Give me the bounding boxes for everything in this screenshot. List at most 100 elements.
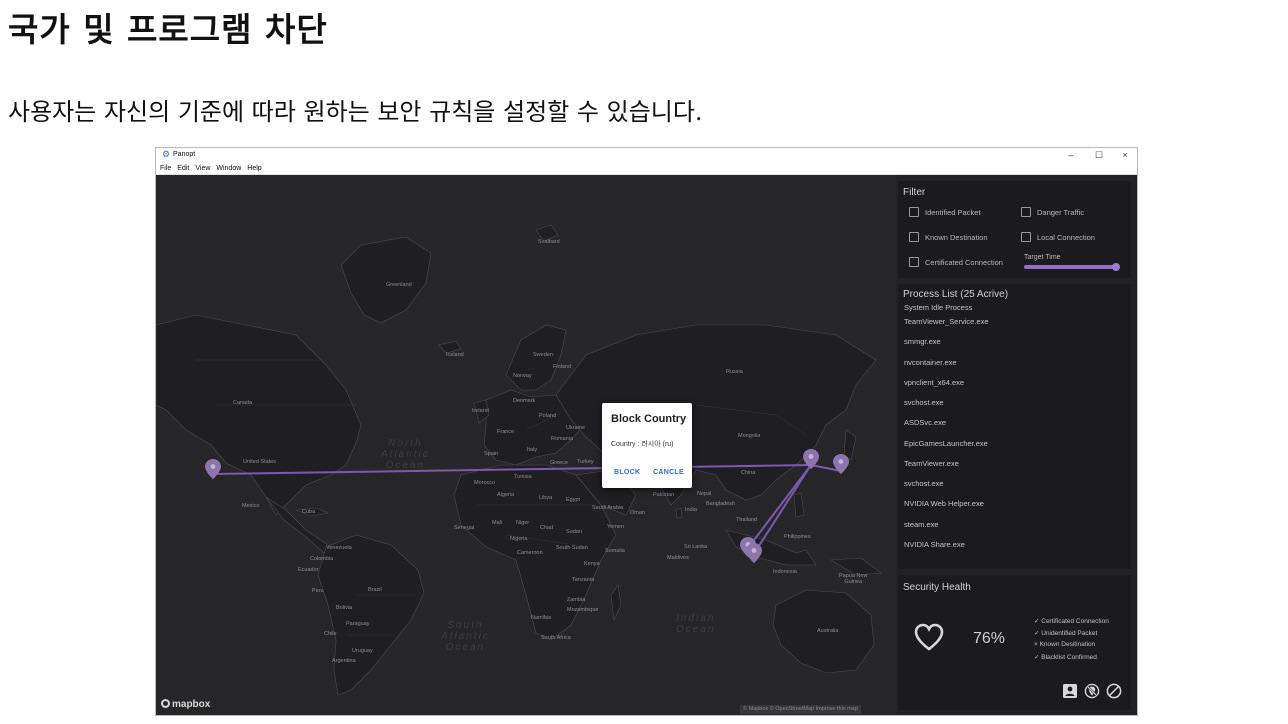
security-health-card: Security Health 76% ✓ Certificated Conne… [898,575,1131,710]
map-label: Cameroon [517,550,543,556]
map-label: Italy [527,447,538,453]
map-label: Brazil [368,587,382,593]
blocked-location-icon[interactable] [1084,683,1100,699]
map-label: Turkey [577,459,594,465]
security-health-title: Security Health [903,582,971,593]
map-label: South Sudan [556,545,588,551]
map-label: South Africa [541,635,571,641]
block-icon[interactable] [1106,683,1122,699]
menu-view[interactable]: View [195,162,210,175]
location-pin-icon[interactable] [746,543,762,563]
map-label: Sudan [566,529,582,535]
mapbox-logo-icon [161,699,170,708]
map-label: Iceland [446,352,464,358]
map-attribution[interactable]: © Mapbox © OpenStreetMap Improve this ma… [740,705,861,714]
dialog-title: Block Country [611,413,687,425]
filter-identified-packet[interactable]: Identified Packet [909,207,980,217]
process-list-item[interactable]: EpicGamesLauncher.exe [904,439,988,448]
heart-icon [914,623,944,651]
map-label: Romania [551,436,574,442]
map-label: Oman [630,510,645,516]
health-check-item: × Known Desitination [1034,641,1096,648]
checkbox-icon[interactable] [909,257,919,267]
location-pin-icon[interactable] [833,454,849,474]
process-list-item[interactable]: NVIDIA Web Helper.exe [904,499,984,508]
cancel-button[interactable]: CANCLE [653,469,684,476]
account-box-icon[interactable] [1062,683,1078,699]
menu-file[interactable]: File [160,162,171,175]
map-label: Nepal [697,491,712,497]
map-label: Senegal [454,525,475,531]
map-label: Canada [233,400,253,406]
map-label: Ukraine [566,425,585,431]
maximize-button[interactable]: ☐ [1086,148,1112,162]
map-label: Niger [516,520,530,526]
minimize-button[interactable]: – [1058,148,1084,162]
map-label: Poland [539,413,557,419]
map-label: Philippines [784,534,811,540]
page-title: 국가 및 프로그램 차단 [8,10,328,49]
menu-help[interactable]: Help [247,162,261,175]
map-label: Australia [817,628,839,634]
process-list-item[interactable]: steam.exe [904,520,939,529]
menu-window[interactable]: Window [216,162,241,175]
map-label: Svalbard [538,239,560,245]
checkbox-icon[interactable] [909,207,919,217]
map-label: Spain [484,451,499,457]
process-list-item[interactable]: vpnclient_x64.exe [904,378,964,387]
process-list-item[interactable]: System Idle Process [904,303,972,312]
filter-certificated-connection[interactable]: Certificated Connection [909,257,1003,267]
process-list-item[interactable]: nvcontainer.exe [904,358,957,367]
map-label: France [497,429,515,435]
dialog-country-text: Country : 러시아 (ru) [611,441,674,448]
ocean-label-south-atlantic: South Atlantic Ocean [441,620,490,653]
map-label: Namibia [531,615,552,621]
mapbox-logo: mapbox [161,699,210,710]
map-label: Papua New Guinea [839,573,868,585]
map-label: Yemen [607,524,624,530]
map-label: Somalia [605,548,625,554]
map-label: Finland [553,364,572,370]
health-check-item: ✓ Unidentified Packet [1034,630,1098,637]
map-land [156,224,882,696]
target-time-slider-thumb[interactable] [1112,263,1120,271]
map-label: Algeria [497,492,515,498]
target-time-slider[interactable] [1024,265,1116,269]
app-window: ⚙ Panopt – ☐ × File Edit View Window Help [155,147,1138,716]
process-list-item[interactable]: svchost.exe [904,398,944,407]
checkbox-icon[interactable] [1021,232,1031,242]
map-label: Peru [312,588,324,594]
map-label: Sweden [533,352,553,358]
map-label: Bangladesh [706,501,736,507]
ocean-label-indian: Indian Ocean [676,613,716,635]
location-pin-icon[interactable] [205,459,221,479]
health-percent: 76% [973,630,1006,647]
map-label: Mexico [242,503,260,509]
close-button[interactable]: × [1112,148,1137,162]
filter-danger-traffic[interactable]: Danger Traffic [1021,207,1084,217]
world-map[interactable]: North Atlantic Ocean South Atlantic Ocean In… [156,175,896,715]
ocean-label-north-atlantic: North Atlantic Ocean [381,438,430,471]
map-label: Paraguay [346,621,370,627]
location-pin-icon[interactable] [803,449,819,469]
map-label: Mali [492,520,503,526]
process-list-item[interactable]: smmgr.exe [904,337,941,346]
process-list-item[interactable]: TeamViewer.exe [904,459,959,468]
process-list-item[interactable]: TeamViewer_Service.exe [904,317,989,326]
process-list-item[interactable]: svchost.exe [904,479,944,488]
map-label: Chad [540,525,554,531]
menu-edit[interactable]: Edit [177,162,189,175]
map-label: Ireland [472,408,489,414]
filter-known-destination[interactable]: Known Destination [909,232,988,242]
map-label: Ecuador [298,567,319,573]
map-label: Greenland [386,282,412,288]
map-label: Mongolia [738,433,761,439]
process-list-item[interactable]: ASDSvc.exe [904,418,946,427]
title-bar: ⚙ Panopt – ☐ × [156,148,1137,162]
checkbox-icon[interactable] [1021,207,1031,217]
process-list-item[interactable]: NVIDIA Share.exe [904,540,965,549]
filter-local-connection[interactable]: Local Connection [1021,232,1095,242]
block-button[interactable]: BLOCK [614,469,640,476]
health-check-item: ✓ Blacklist Confirmed [1034,654,1097,661]
checkbox-icon[interactable] [909,232,919,242]
